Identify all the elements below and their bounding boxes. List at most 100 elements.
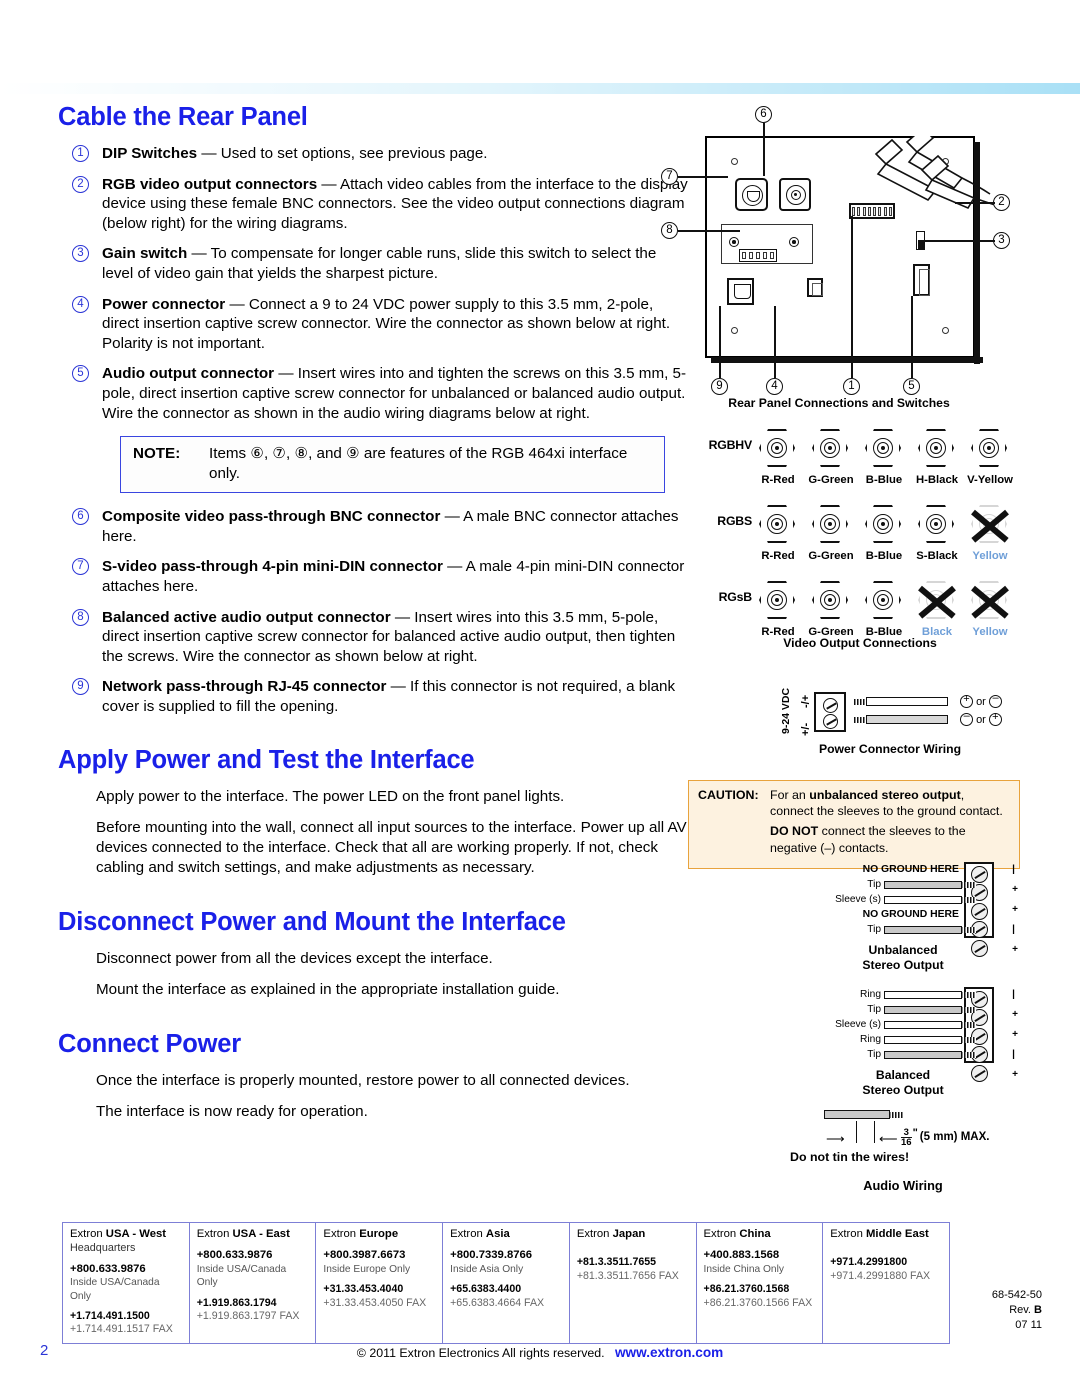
polarity-label-top: -/+ <box>800 694 812 708</box>
wire-label: Tip <box>867 879 881 890</box>
wiring-row: Ring <box>786 987 976 1002</box>
bnc-cable-bundle-icon <box>874 136 999 210</box>
office-name: Extron Middle East <box>830 1228 929 1240</box>
paragraph: Disconnect power from all the devices ex… <box>96 950 493 968</box>
wire-icon <box>854 715 948 724</box>
terminal-pin-labels: | + + | + <box>1012 864 1018 955</box>
callout-number: 8 <box>72 608 89 626</box>
unbalanced-stereo-output-diagram: | + + | + NO GROUND HERE Tip Sleeve (s) <box>786 862 1020 973</box>
bnc-connector-icon-disabled: Yellow <box>969 580 1010 638</box>
wiring-row: Tip <box>786 922 976 937</box>
video-output-connections-diagram: RGBHV R-Red G-Green B-Blue H-Black V-Yel… <box>700 424 1020 652</box>
list-item: 1 DIP Switches — Used to set options, se… <box>58 144 688 164</box>
phone-number: +86.21.3760.1568 <box>703 1283 790 1296</box>
toll-free-number: +400.883.1568 <box>703 1249 780 1262</box>
screw-hole-icon <box>942 327 949 334</box>
arrow-left-icon: ⟵ <box>879 1131 898 1146</box>
wire-icon <box>824 1110 904 1119</box>
list-item: 5 Audio output connector — Insert wires … <box>58 364 688 423</box>
item-term: RGB video output connectors <box>102 175 318 193</box>
item-term: Balanced active audio output connector <box>102 608 391 626</box>
paragraph: Mount the interface as explained in the … <box>96 981 560 999</box>
callout-number: 5 <box>72 365 89 383</box>
document-page: Cable the Rear Panel 1 DIP Switches — Us… <box>0 0 1080 1397</box>
note-callout-box: NOTE: Items ⑥, ⑦, ⑧, and ⑨ are features … <box>120 436 665 494</box>
row-label: RGsB <box>718 590 753 604</box>
contact-cell-europe: Extron Europe +800.3987.6673 Inside Euro… <box>315 1222 444 1344</box>
toll-free-number: +800.633.9876 <box>70 1262 146 1275</box>
rj45-connector-icon <box>727 278 754 305</box>
wire-icon <box>884 895 976 904</box>
figure-caption: Audio Wiring <box>863 1178 943 1193</box>
office-name: Extron Asia <box>450 1228 510 1240</box>
phone-number: +1.714.491.1500 <box>70 1310 150 1323</box>
wire-label: NO GROUND HERE <box>862 909 959 920</box>
pin-label: V-Yellow <box>967 474 1013 486</box>
arrow-right-icon: ⟶ <box>826 1131 845 1146</box>
wire-label: Ring <box>860 1034 881 1045</box>
note-label: NOTE: <box>133 445 181 463</box>
toll-free-number: +800.633.9876 <box>196 1249 273 1262</box>
bnc-connector-icon: B-Blue <box>863 428 904 486</box>
fax-number: +31.33.453.4050 FAX <box>323 1296 427 1309</box>
wire-label: Ring <box>860 989 881 1000</box>
contact-cell-asia: Extron Asia +800.7339.8766 Inside Asia O… <box>442 1222 570 1344</box>
wire-icon <box>884 1005 976 1014</box>
fax-number: +1.919.863.1797 FAX <box>196 1310 300 1323</box>
office-name: Extron Europe <box>323 1228 399 1240</box>
fax-number: +86.21.3760.1566 FAX <box>703 1296 813 1309</box>
toll-free-note: Inside Asia Only <box>450 1263 524 1275</box>
contact-cell-japan: Extron Japan +81.3.3511.7655 +81.3.3511.… <box>568 1222 697 1344</box>
table-row: Extron USA - West Headquarters +800.633.… <box>62 1222 950 1344</box>
bnc-connector-icon: S-Black <box>916 504 958 562</box>
callout-number: 1 <box>72 145 89 162</box>
toll-free-number: +800.3987.6673 <box>323 1249 406 1262</box>
toll-free-note: Inside China Only <box>703 1263 784 1275</box>
item-term: Power connector <box>102 295 226 313</box>
part-number-block: 68-542-50 Rev. B 07 11 <box>992 1288 1042 1333</box>
audio-terminal-icon <box>913 264 930 296</box>
bnc-connector-icon <box>779 178 811 211</box>
contact-cell-usa-east: Extron USA - East +800.633.9876 Inside U… <box>188 1222 317 1344</box>
item-term: Gain switch <box>102 245 188 263</box>
paragraph: Before mounting into the wall, connect a… <box>96 819 687 877</box>
office-name: Extron Japan <box>576 1228 646 1240</box>
contact-cell-china: Extron China +400.883.1568 Inside China … <box>695 1222 824 1344</box>
callout-number: 3 <box>72 245 89 263</box>
bnc-connector-icon: R-Red <box>757 504 798 562</box>
extron-website-link[interactable]: www.extron.com <box>615 1345 723 1360</box>
wiring-row: Ring <box>786 1032 976 1047</box>
phone-number: +971.4.2991800 <box>830 1256 908 1269</box>
office-name: Extron USA - East <box>196 1228 290 1240</box>
screw-hole-icon <box>731 327 738 334</box>
item-term: S-video pass-through 4-pin mini-DIN conn… <box>102 558 443 576</box>
pin-label: Yellow <box>972 550 1008 562</box>
footer-copyright: © 2011 Extron Electronics All rights res… <box>0 1345 1080 1360</box>
phone-number: +81.3.3511.7655 <box>576 1256 657 1269</box>
phone-number: +65.6383.4400 <box>450 1283 522 1296</box>
bnc-connector-icon: V-Yellow <box>967 428 1013 486</box>
caution-callout-box: CAUTION: For an unbalanced stereo output… <box>688 780 1020 869</box>
power-connector-wiring-diagram: 9-24 VDC -/+ +/- or or Power Connector W… <box>770 686 1020 762</box>
caution-label: CAUTION: <box>698 788 759 802</box>
item-term: Network pass-through RJ-45 connector <box>102 678 387 696</box>
toll-free-note: Inside USA/Canada Only <box>70 1277 160 1302</box>
figure-caption: Power Connector Wiring <box>818 742 962 756</box>
item-term: Composite video pass-through BNC connect… <box>102 508 441 526</box>
callout-number: 4 <box>72 295 89 313</box>
wire-icon <box>884 1020 976 1029</box>
callout-number: 6 <box>72 508 89 526</box>
video-row-rgbs: RGBS R-Red G-Green B-Blue S-Black Yellow <box>700 500 1020 572</box>
wiring-row: Sleeve (s) <box>786 892 976 907</box>
balanced-audio-terminal-icon <box>739 249 777 262</box>
wire-icon <box>884 880 976 889</box>
wire-strip-length-diagram: ⟶ ⟵ 3 16 " (5 mm) MAX. Do not tin the wi… <box>786 1110 1020 1193</box>
polarity-option-row-1: or <box>960 692 1002 708</box>
paragraph: Apply power to the interface. The power … <box>96 788 565 806</box>
mini-din-connector-icon <box>735 178 768 211</box>
balanced-stereo-output-diagram: | + + | + Ring Tip Sleeve (s) Ring Tip B… <box>786 987 1020 1098</box>
revision: Rev. B <box>1009 1304 1042 1316</box>
wiring-row: NO GROUND HERE <box>786 907 962 922</box>
note-text: Items ⑥, ⑦, ⑧, and ⑨ are features of the… <box>209 445 628 483</box>
rear-panel-item-list-b: 6 Composite video pass-through BNC conne… <box>58 507 688 716</box>
